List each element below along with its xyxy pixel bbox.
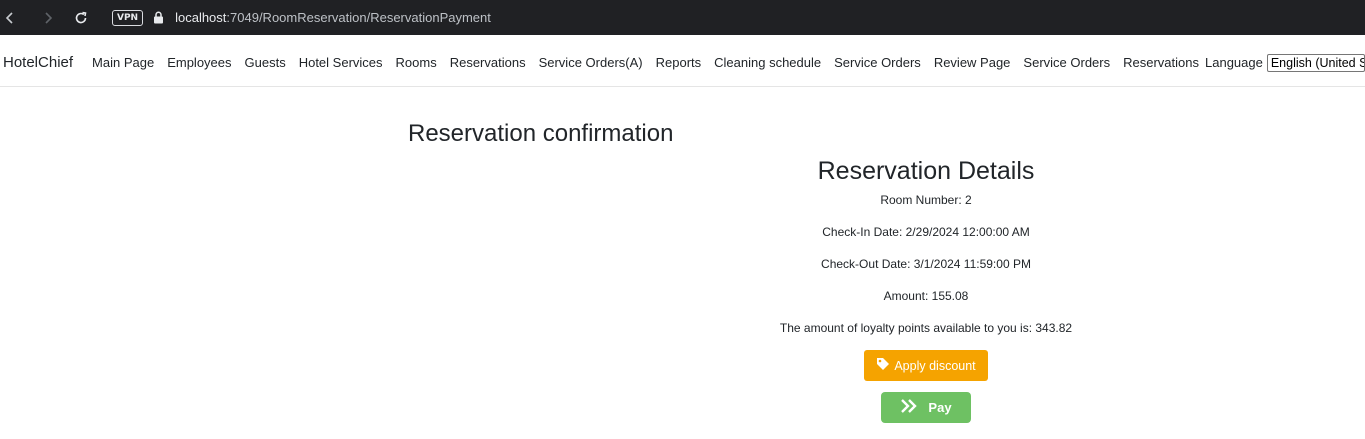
browser-toolbar: VPN localhost:7049/RoomReservation/Reser… bbox=[0, 0, 1365, 35]
loyalty-points: The amount of loyalty points available t… bbox=[779, 321, 1073, 335]
back-icon[interactable] bbox=[0, 3, 25, 33]
apply-discount-button[interactable]: Apply discount bbox=[864, 350, 988, 381]
nav-link-cleaning-schedule[interactable]: Cleaning schedule bbox=[714, 55, 821, 70]
brand-link[interactable]: HotelChief bbox=[3, 54, 73, 71]
language-select[interactable]: English (United States) bbox=[1266, 53, 1365, 72]
nav-link-service-orders-admin[interactable]: Service Orders(A) bbox=[539, 55, 643, 70]
url-host: localhost bbox=[175, 10, 227, 25]
page-title: Reservation confirmation bbox=[408, 120, 674, 147]
app-navbar: HotelChief Main Page Employees Guests Ho… bbox=[0, 39, 1365, 87]
apply-discount-label: Apply discount bbox=[894, 358, 976, 373]
address-bar[interactable]: localhost:7049/RoomReservation/Reservati… bbox=[175, 10, 491, 25]
url-path: :7049/RoomReservation/ReservationPayment bbox=[226, 10, 491, 25]
language-selected-value: English (United States) bbox=[1270, 55, 1364, 70]
room-number: Room Number: 2 bbox=[880, 193, 972, 207]
forward-icon[interactable] bbox=[33, 3, 63, 33]
check-in-date: Check-In Date: 2/29/2024 12:00:00 AM bbox=[822, 225, 1030, 239]
nav-link-review-page[interactable]: Review Page bbox=[934, 55, 1011, 70]
nav-link-reports[interactable]: Reports bbox=[656, 55, 702, 70]
nav-link-rooms[interactable]: Rooms bbox=[396, 55, 437, 70]
double-chevron-right-icon bbox=[900, 399, 918, 416]
vpn-badge[interactable]: VPN bbox=[112, 9, 144, 26]
pay-label: Pay bbox=[928, 400, 952, 415]
discount-row: Apply discount bbox=[726, 350, 1126, 381]
nav-links: Main Page Employees Guests Hotel Service… bbox=[92, 55, 1212, 70]
nav-link-employees[interactable]: Employees bbox=[167, 55, 231, 70]
nav-link-hotel-services[interactable]: Hotel Services bbox=[299, 55, 383, 70]
nav-link-service-orders[interactable]: Service Orders bbox=[834, 55, 921, 70]
nav-link-main-page[interactable]: Main Page bbox=[92, 55, 154, 70]
amount: Amount: 155.08 bbox=[883, 289, 969, 303]
details-heading: Reservation Details bbox=[817, 157, 1035, 185]
language-label: Language bbox=[1205, 55, 1263, 70]
tag-icon bbox=[876, 357, 890, 374]
lock-icon[interactable] bbox=[151, 10, 165, 26]
nav-link-reservations-2[interactable]: Reservations bbox=[1123, 55, 1199, 70]
nav-link-reservations[interactable]: Reservations bbox=[450, 55, 526, 70]
check-out-date: Check-Out Date: 3/1/2024 11:59:00 PM bbox=[821, 257, 1031, 271]
pay-row: Pay bbox=[726, 381, 1126, 423]
reservation-details: Reservation Details Room Number: 2 Check… bbox=[726, 155, 1126, 423]
nav-link-guests[interactable]: Guests bbox=[245, 55, 286, 70]
nav-link-service-orders-2[interactable]: Service Orders bbox=[1023, 55, 1110, 70]
pay-button[interactable]: Pay bbox=[881, 392, 971, 423]
reload-icon[interactable] bbox=[66, 3, 96, 33]
